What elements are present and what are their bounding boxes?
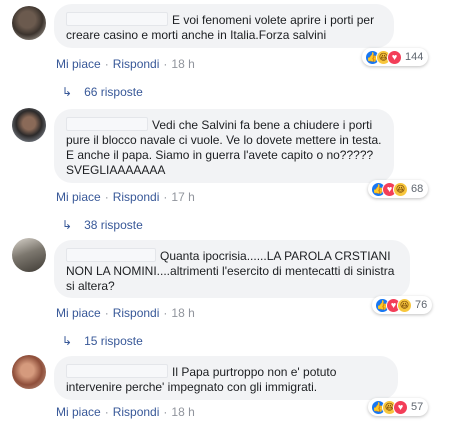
reaction-summary[interactable]: 👍 😆 ♥ 144 [362,48,429,66]
comment-bubble: E voi fenomeni volete aprire i porti per… [54,4,394,48]
reply-button[interactable]: Rispondi [113,306,160,320]
separator: · [163,405,168,419]
comment-bubble: Quanta ipocrisia......LA PAROLA CRSTIANI… [54,240,410,298]
avatar[interactable] [12,6,46,40]
reply-button[interactable]: Rispondi [113,405,160,419]
avatar[interactable] [12,108,46,142]
view-replies-link[interactable]: ↳ 15 risposte [62,334,143,348]
like-button[interactable]: Mi piace [56,190,101,204]
reply-arrow-icon: ↳ [62,218,73,232]
separator: · [163,57,168,71]
view-replies-link[interactable]: ↳ 66 risposte [62,85,143,99]
timestamp[interactable]: 18 h [171,405,194,419]
avatar[interactable] [12,238,46,272]
separator: · [163,306,168,320]
redacted-name [66,364,168,378]
reply-button[interactable]: Rispondi [113,190,160,204]
separator: · [104,57,109,71]
timestamp[interactable]: 18 h [171,57,194,71]
haha-icon: 😆 [393,181,408,197]
comment-actions: Mi piace · Rispondi · 18 h [56,57,195,71]
comment-actions: Mi piace · Rispondi · 17 h [56,190,195,204]
like-button[interactable]: Mi piace [56,306,101,320]
reaction-count: 57 [411,401,424,413]
separator: · [163,190,168,204]
replies-count[interactable]: 38 risposte [84,218,143,232]
comment-actions: Mi piace · Rispondi · 18 h [56,405,195,419]
reply-button[interactable]: Rispondi [113,57,160,71]
haha-icon: 😆 [397,297,412,313]
separator: · [104,306,109,320]
timestamp[interactable]: 18 h [171,306,194,320]
like-button[interactable]: Mi piace [56,405,101,419]
love-icon: ♥ [387,49,402,65]
comment-bubble: Il Papa purtroppo non e' potuto interven… [54,356,398,400]
replies-count[interactable]: 15 risposte [84,334,143,348]
reaction-summary[interactable]: 👍 ♥ 😆 68 [368,180,429,198]
redacted-name [66,12,168,26]
comment-bubble: Vedi che Salvini fa bene a chiudere i po… [54,109,394,183]
love-icon: ♥ [393,399,408,415]
separator: · [104,190,109,204]
like-button[interactable]: Mi piace [56,57,101,71]
reaction-count: 76 [415,299,428,311]
comment-actions: Mi piace · Rispondi · 18 h [56,306,195,320]
reply-arrow-icon: ↳ [62,85,73,99]
reaction-summary[interactable]: 👍 😆 ♥ 57 [368,398,429,416]
separator: · [104,405,109,419]
timestamp[interactable]: 17 h [171,190,194,204]
reaction-count: 68 [411,183,424,195]
replies-count[interactable]: 66 risposte [84,85,143,99]
reaction-count: 144 [405,51,424,63]
view-replies-link[interactable]: ↳ 38 risposte [62,218,143,232]
redacted-name [66,248,156,262]
redacted-name [66,117,148,131]
reply-arrow-icon: ↳ [62,334,73,348]
avatar[interactable] [12,355,46,389]
reaction-summary[interactable]: 👍 ♥ 😆 76 [372,296,433,314]
